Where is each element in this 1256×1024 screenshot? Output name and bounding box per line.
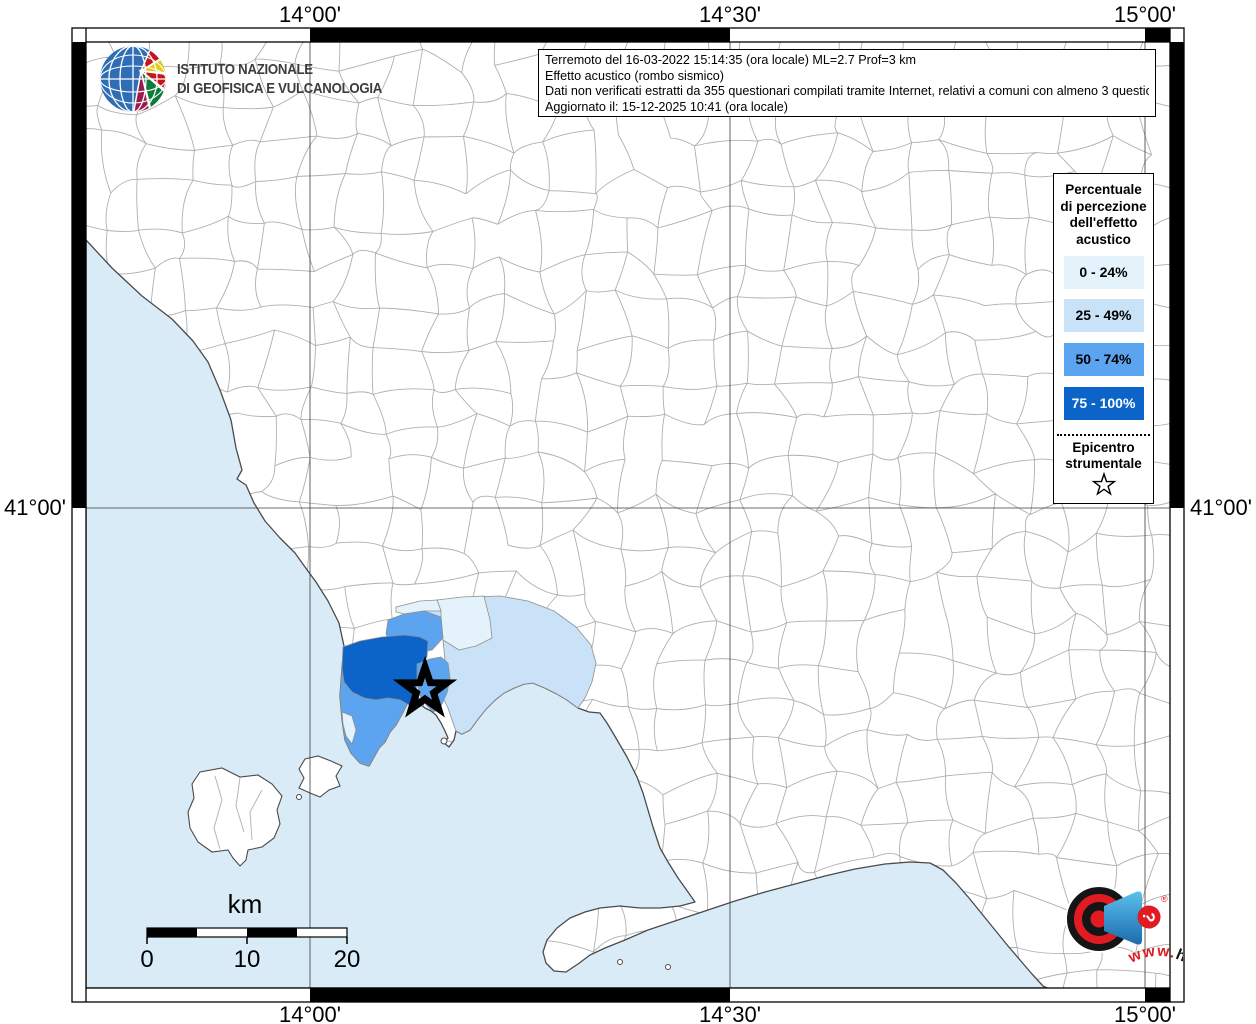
scale-bar-tick-20: 20 xyxy=(333,946,361,973)
registered-mark: ® xyxy=(1161,894,1168,904)
epicenter-star-icon xyxy=(1090,471,1117,496)
legend-divider xyxy=(1057,434,1150,436)
ingv-logo: ISTITUTO NAZIONALE DI GEOFISICA E VULCAN… xyxy=(95,42,435,116)
ingv-logo-text: ISTITUTO NAZIONALE DI GEOFISICA E VULCAN… xyxy=(177,60,382,98)
ingv-text-line1: ISTITUTO NAZIONALE xyxy=(177,61,313,78)
axis-label-bottom-15-00: 15°00' xyxy=(1114,1002,1176,1024)
legend-star-wrap xyxy=(1054,470,1153,503)
legend-title: Percentuale di percezione dell'effetto a… xyxy=(1060,182,1147,247)
legend-swatch-25-49: 25 - 49% xyxy=(1063,299,1144,332)
ingv-globe-icon xyxy=(100,46,166,112)
legend-epicenter-label-1: Epicentro xyxy=(1072,440,1135,455)
map-screenshot-canvas: 14°00' 14°30' 15°00' 14°00' 14°30' 15°00… xyxy=(0,0,1256,1024)
axis-label-top-14-00: 14°00' xyxy=(279,2,341,27)
scale-bar-unit: km xyxy=(227,889,263,919)
axis-label-bottom-14-30: 14°30' xyxy=(699,1002,761,1024)
axis-label-left-41-00: 41°00' xyxy=(4,495,66,520)
info-line-effect: Effetto acustico (rombo sismico) xyxy=(545,68,724,83)
axis-label-top-15-00: 15°00' xyxy=(1114,2,1176,27)
axis-label-top-14-30: 14°30' xyxy=(699,2,761,27)
axis-label-right-41-00: 41°00' xyxy=(1190,495,1252,520)
axis-label-bottom-14-00: 14°00' xyxy=(279,1002,341,1024)
legend-swatch-50-74: 50 - 74% xyxy=(1063,343,1144,376)
watermark-circular-text: www.haisentitoilterremoto.it xyxy=(1113,943,1183,1003)
earthquake-info-box: Terremoto del 16-03-2022 15:14:35 (ora l… xyxy=(538,49,1156,117)
legend-epicenter-label-2: strumentale xyxy=(1065,456,1142,471)
scale-bar-tick-0: 0 xyxy=(140,946,154,973)
scale-bar-tick-10: 10 xyxy=(233,946,261,973)
legend-swatch-0-24: 0 - 24% xyxy=(1063,256,1144,289)
watermark-logo: www.haisentitoilterremoto.it ? ® xyxy=(1065,885,1183,1003)
legend-swatch-75-100: 75 - 100% xyxy=(1063,387,1144,420)
info-line-data: Dati non verificati estratti da 355 ques… xyxy=(545,84,1149,99)
legend-box: Percentuale di percezione dell'effetto a… xyxy=(1053,173,1154,504)
info-line-updated: Aggiornato il: 15-12-2025 10:41 (ora loc… xyxy=(545,99,788,114)
watermark-www: www. xyxy=(1125,943,1178,967)
info-line-event: Terremoto del 16-03-2022 15:14:35 (ora l… xyxy=(545,53,917,67)
ingv-text-line2: DI GEOFISICA E VULCANOLOGIA xyxy=(177,80,383,97)
